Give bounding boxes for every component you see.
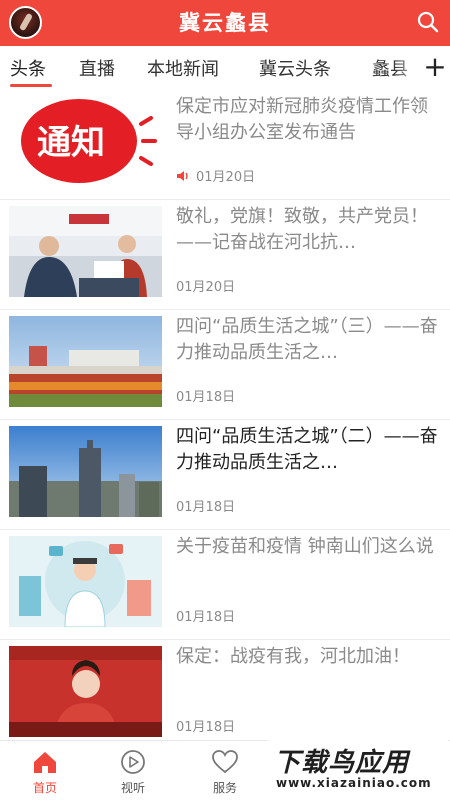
play-icon [121,750,145,774]
news-thumbnail [9,206,162,297]
news-thumbnail [9,316,162,407]
app-header: 冀云蠡县 [0,0,450,46]
news-thumbnail: 通知 [9,96,162,187]
watermark-brand: 下载鸟应用 [274,748,410,778]
nav-service[interactable]: 服务 [180,741,270,800]
news-item[interactable]: 四问“品质生活之城”（三）——奋力推动品质生活之… 01月18日 [0,310,450,420]
news-item[interactable]: 关于疫苗和疫情 钟南山们这么说 01月18日 [0,530,450,640]
news-item[interactable]: 保定：战疫有我，河北加油！ 01月18日 [0,640,450,750]
heart-icon [212,750,238,774]
active-tab-indicator [10,84,52,87]
news-item[interactable]: 通知 保定市应对新冠肺炎疫情工作领导小组办公室发布通告 01月20日 [0,90,450,200]
tab-headline[interactable]: 头条 [10,55,46,81]
nav-home[interactable]: 首页 [0,741,90,800]
news-meta: 01月18日 [176,606,235,625]
news-title: 四问“品质生活之城”（三）——奋力推动品质生活之… [176,316,438,363]
news-meta: 01月20日 [176,166,255,185]
news-meta: 01月18日 [176,496,235,515]
news-meta: 01月20日 [176,276,235,295]
news-date: 01月18日 [176,500,236,515]
tab-local-news[interactable]: 本地新闻 [147,55,219,81]
news-date: 01月18日 [176,390,236,405]
nav-label: 服务 [212,781,237,795]
nav-label: 首页 [32,781,57,795]
news-meta: 01月18日 [176,716,235,735]
news-date: 01月20日 [176,280,236,295]
search-icon[interactable] [416,10,440,34]
news-item[interactable]: 四问“品质生活之城”（二）——奋力推动品质生活之… 01月18日 [0,420,450,530]
app-title: 冀云蠡县 [179,11,271,35]
channel-tabs: 头条 直播 本地新闻 冀云头条 蠡县 + [0,46,450,90]
watermark-url: www.xiazainiao.com [276,776,432,790]
news-date: 01月18日 [176,720,236,735]
speaker-icon[interactable] [176,169,190,183]
news-thumbnail [9,426,162,517]
nav-label: 视听 [120,781,145,795]
news-meta: 01月18日 [176,386,235,405]
nav-video[interactable]: 视听 [88,741,178,800]
news-date: 01月18日 [176,610,236,625]
news-title: 关于疫苗和疫情 钟南山们这么说 [176,536,434,557]
news-title: 四问“品质生活之城”（二）——奋力推动品质生活之… [176,426,438,473]
watermark: 下载鸟应用 www.xiazainiao.com [268,738,448,798]
tab-live[interactable]: 直播 [79,55,115,81]
tab-jiyun-headline[interactable]: 冀云头条 [259,55,331,81]
news-thumbnail [9,646,162,737]
add-channel-icon[interactable]: + [422,50,448,84]
news-title: 保定市应对新冠肺炎疫情工作领导小组办公室发布通告 [176,96,428,143]
news-date: 01月20日 [196,170,256,185]
news-list: 通知 保定市应对新冠肺炎疫情工作领导小组办公室发布通告 01月20日 敬礼，党旗… [0,90,450,750]
news-title: 保定：战疫有我，河北加油！ [176,646,410,667]
home-icon [34,752,56,773]
news-thumbnail [9,536,162,627]
news-item[interactable]: 敬礼，党旗！致敬，共产党员！——记奋战在河北抗… 01月20日 [0,200,450,310]
notice-text: 通知 [37,123,105,163]
news-title: 敬礼，党旗！致敬，共产党员！——记奋战在河北抗… [176,206,428,253]
